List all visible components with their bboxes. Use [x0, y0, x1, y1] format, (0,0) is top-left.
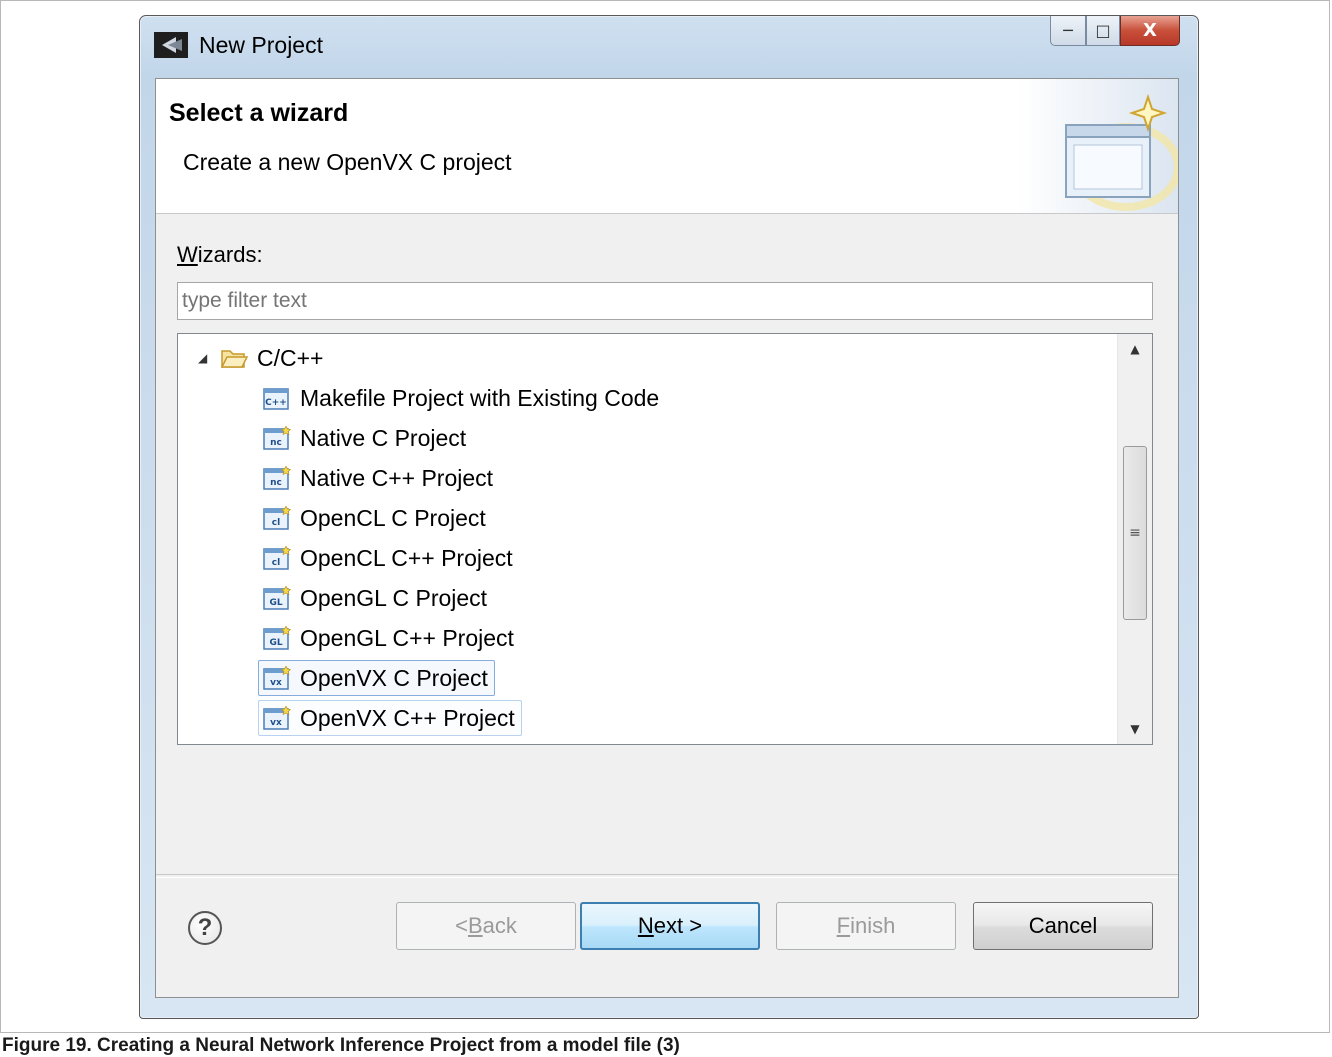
folder-open-icon — [220, 350, 248, 368]
scroll-thumb[interactable]: ≡ — [1123, 446, 1147, 620]
new-project-dialog: New Project ─ □ X Select a wizard Create… — [139, 15, 1199, 1019]
banner-description: Create a new OpenVX C project — [183, 149, 512, 175]
finish-button[interactable]: Finish — [776, 902, 956, 950]
tree-scrollbar[interactable]: ▲ ≡ ▼ — [1117, 334, 1152, 744]
footer-separator — [156, 874, 1178, 878]
native-c-project-icon: nc — [263, 426, 291, 450]
scroll-up-button[interactable]: ▲ — [1118, 334, 1152, 364]
window-controls: ─ □ X — [1050, 16, 1180, 48]
figure-caption: Figure 19. Creating a Neural Network Inf… — [2, 1035, 680, 1056]
svg-text:GL: GL — [269, 598, 282, 608]
svg-text:cl: cl — [272, 558, 280, 568]
maximize-icon: □ — [1095, 21, 1111, 40]
tree-item-label: OpenCL C++ Project — [300, 544, 513, 571]
svg-text:nc: nc — [270, 438, 282, 448]
banner-title: Select a wizard — [169, 99, 349, 127]
opengl-c-project-icon: GL — [263, 586, 291, 610]
tree-item-label: OpenGL C Project — [300, 584, 488, 611]
window-title: New Project — [199, 32, 323, 58]
close-button[interactable]: X — [1120, 16, 1180, 46]
tree-category-cpp[interactable]: ◢ C/C++ — [198, 340, 323, 376]
tree-item-label: Makefile Project with Existing Code — [300, 384, 660, 411]
help-icon: ? — [197, 914, 213, 941]
tree-item[interactable]: nc Native C Project — [258, 420, 473, 456]
tree-item-label: OpenVX C++ Project — [300, 704, 515, 731]
help-button[interactable]: ? — [188, 911, 222, 945]
tree-item[interactable]: GL OpenGL C Project — [258, 580, 494, 616]
arrow-down-icon: ▼ — [1130, 722, 1140, 736]
minimize-button[interactable]: ─ — [1050, 16, 1086, 46]
cpp-makefile-project-icon: C++ — [263, 388, 289, 410]
openvx-cpp-project-icon: vx — [263, 706, 291, 730]
tree-item[interactable]: C++ Makefile Project with Existing Code — [258, 380, 666, 416]
svg-text:vx: vx — [270, 678, 282, 688]
maximize-button[interactable]: □ — [1086, 16, 1120, 46]
tree-item[interactable]: cl OpenCL C Project — [258, 500, 493, 536]
opengl-cpp-project-icon: GL — [263, 626, 291, 650]
svg-text:C++: C++ — [265, 398, 287, 408]
wizard-tree[interactable]: ◢ C/C++ C++ Makefile Project with Existin… — [177, 333, 1153, 745]
next-button[interactable]: Next > — [580, 902, 760, 950]
title-bar[interactable]: New Project ─ □ X — [140, 16, 1198, 78]
eclipse-app-icon — [154, 32, 188, 58]
tree-item[interactable]: nc Native C++ Project — [258, 460, 500, 496]
svg-text:vx: vx — [270, 718, 282, 728]
minimize-icon: ─ — [1063, 21, 1073, 40]
tree-item-label: OpenCL C Project — [300, 504, 486, 531]
wizard-filter-input[interactable] — [177, 282, 1153, 320]
cancel-button[interactable]: Cancel — [973, 902, 1153, 950]
tree-item-label: Native C Project — [300, 424, 467, 451]
wizards-label: Wizards: — [177, 242, 263, 267]
tree-item[interactable]: GL OpenGL C++ Project — [258, 620, 521, 656]
openvx-c-project-icon: vx — [263, 666, 291, 690]
arrow-up-icon: ▲ — [1130, 342, 1140, 356]
scroll-down-button[interactable]: ▼ — [1118, 714, 1152, 744]
tree-expand-arrow-icon[interactable]: ◢ — [198, 352, 210, 364]
figure-frame: New Project ─ □ X Select a wizard Create… — [0, 0, 1330, 1033]
tree-item-label: OpenGL C++ Project — [300, 624, 514, 651]
wizard-banner: Select a wizard Create a new OpenVX C pr… — [156, 79, 1178, 214]
tree-item[interactable]: vx OpenVX C++ Project — [258, 700, 522, 736]
tree-item[interactable]: vx OpenVX C Project — [258, 660, 495, 696]
dialog-client-area: Select a wizard Create a new OpenVX C pr… — [155, 78, 1179, 998]
tree-item-label: Native C++ Project — [300, 464, 494, 491]
opencl-c-project-icon: cl — [263, 506, 291, 530]
svg-text:GL: GL — [269, 638, 282, 648]
grip-icon: ≡ — [1129, 525, 1141, 541]
wizard-banner-image — [1018, 79, 1178, 213]
svg-text:cl: cl — [272, 518, 280, 528]
svg-text:nc: nc — [270, 478, 282, 488]
native-cpp-project-icon: nc — [263, 466, 291, 490]
tree-category-label: C/C++ — [257, 344, 324, 371]
back-button[interactable]: < Back — [396, 902, 576, 950]
tree-item-label: OpenVX C Project — [300, 664, 488, 691]
opencl-cpp-project-icon: cl — [263, 546, 291, 570]
new-wizard-icon — [1065, 93, 1178, 211]
close-icon: X — [1143, 20, 1157, 41]
tree-item[interactable]: cl OpenCL C++ Project — [258, 540, 520, 576]
